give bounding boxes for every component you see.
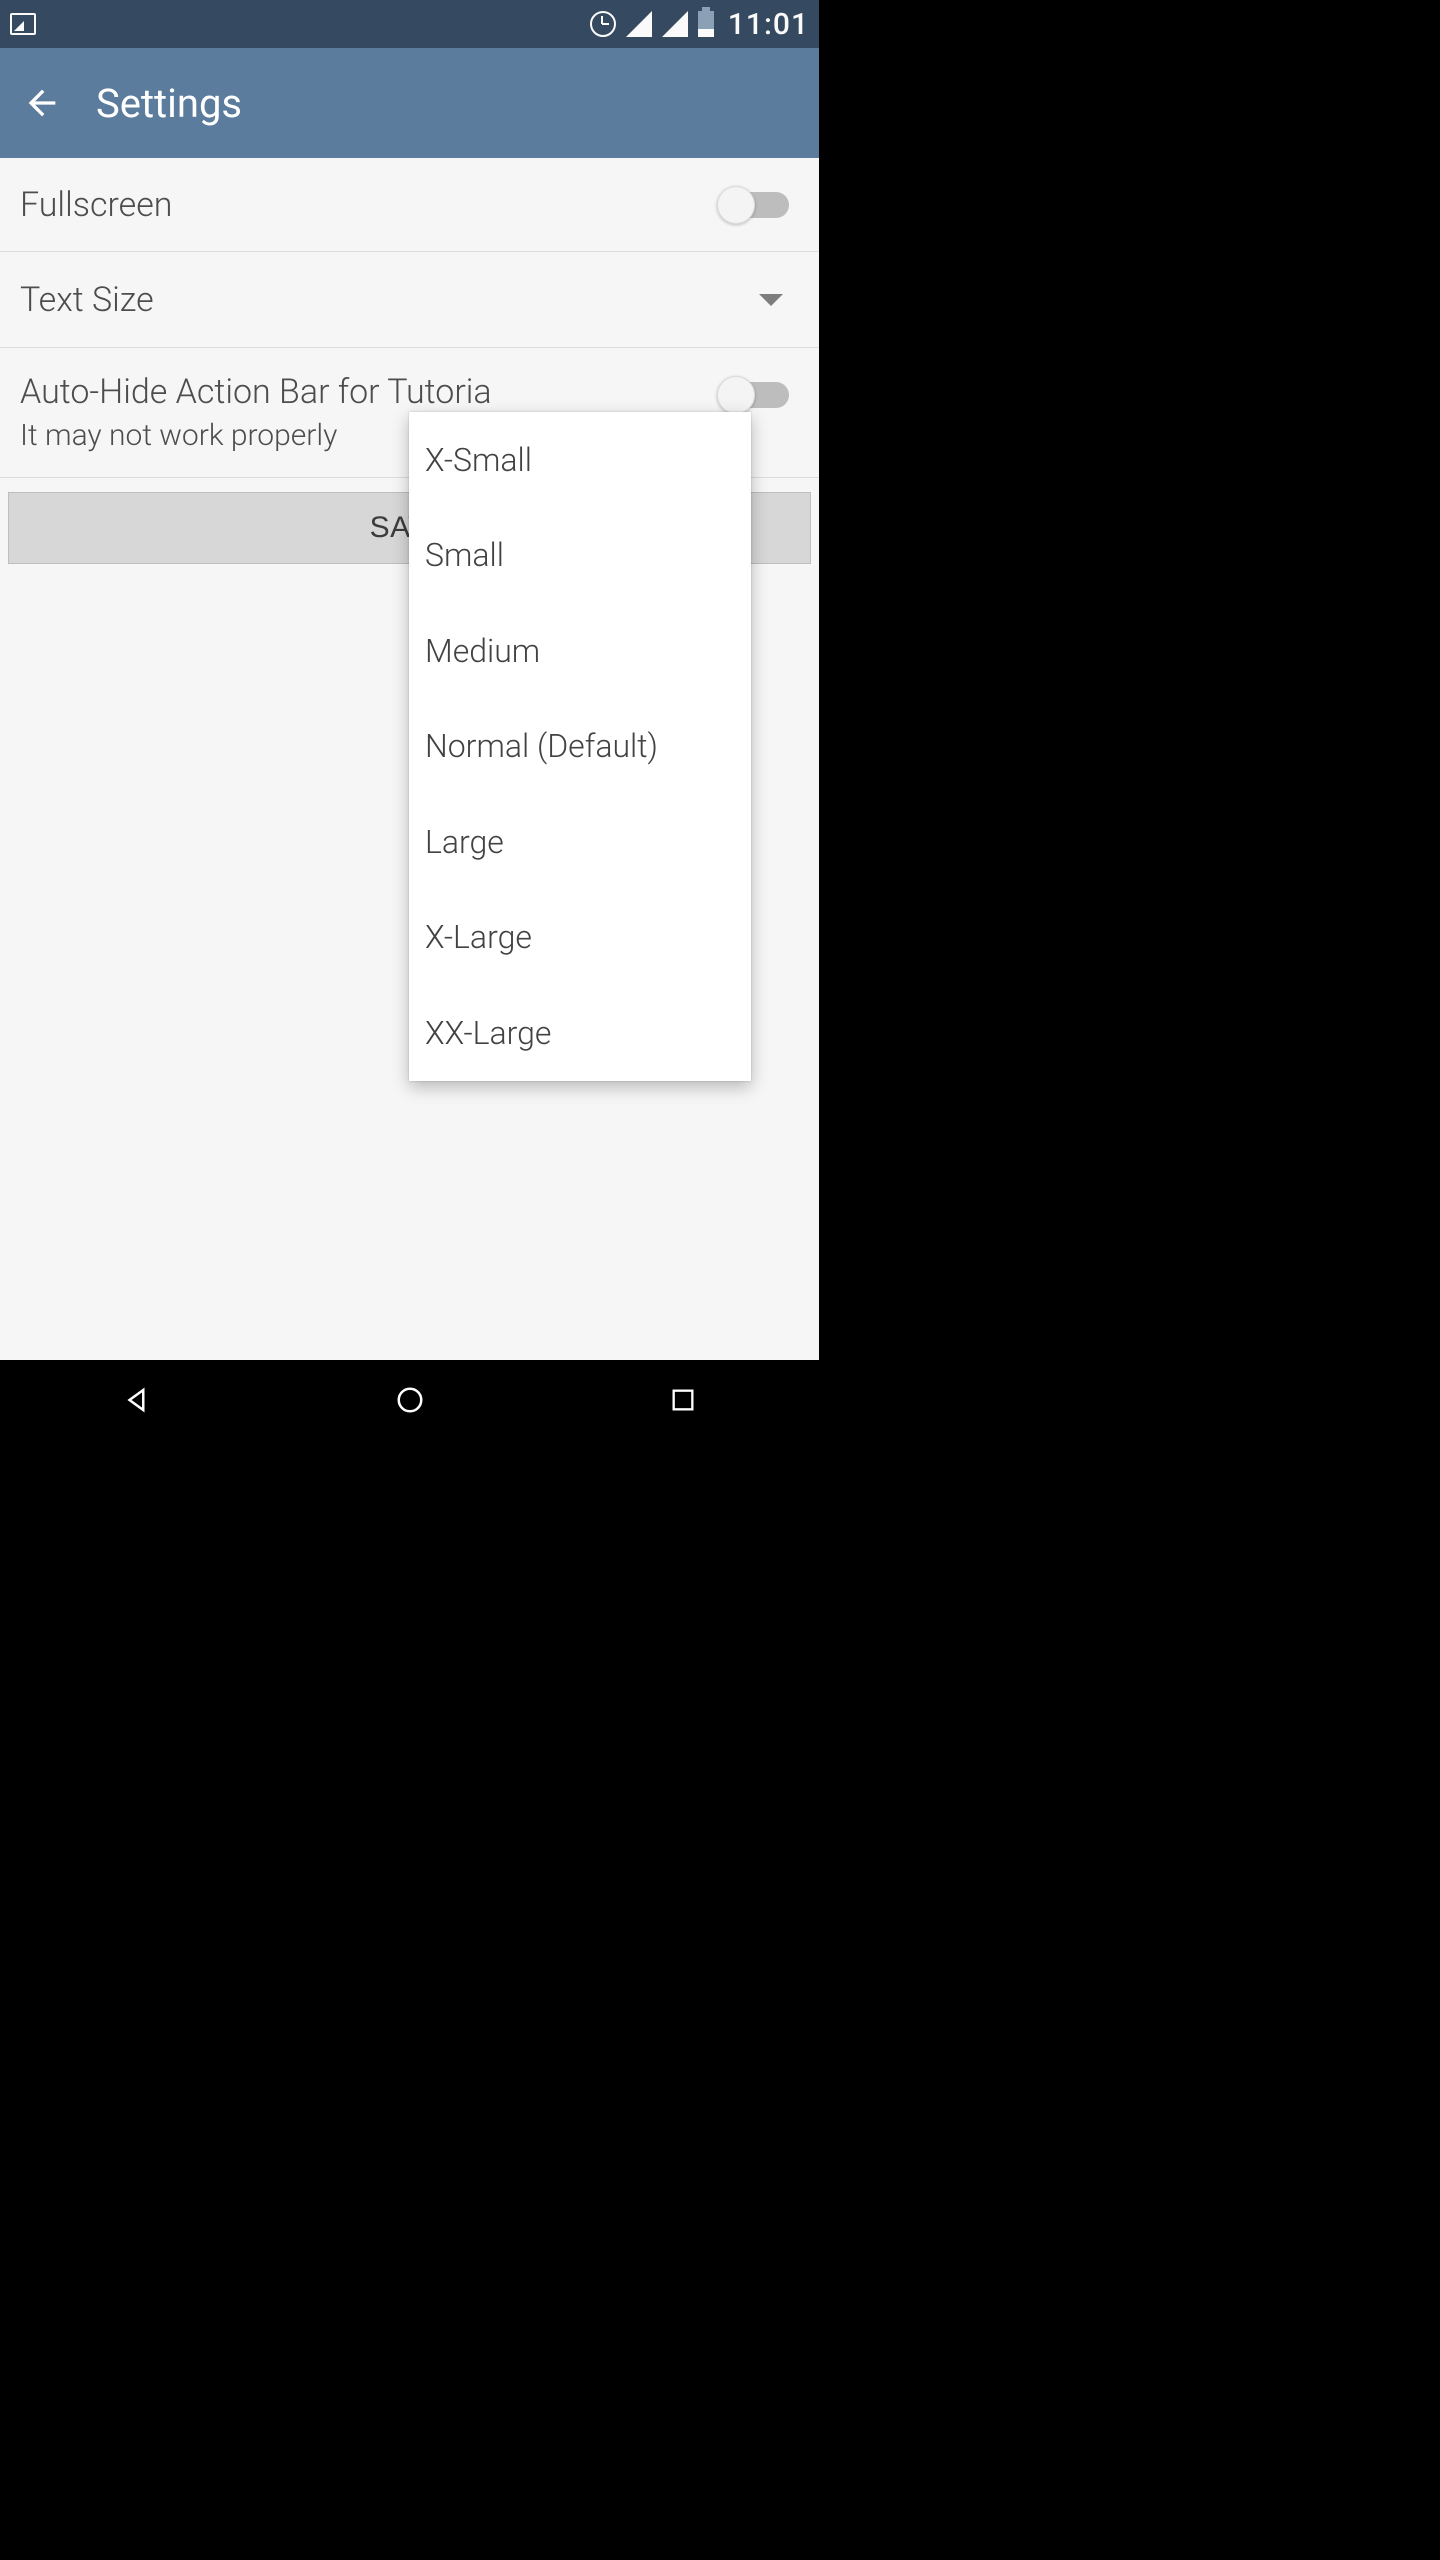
arrow-back-icon [22,83,62,123]
text-size-option-normal[interactable]: Normal (Default) [409,699,751,795]
status-time: 11:01 [728,7,809,42]
text-size-option-small[interactable]: Small [409,508,751,604]
text-size-row[interactable]: Text Size [0,252,819,348]
nav-back-button[interactable] [77,1376,197,1424]
battery-icon [698,11,714,37]
autohide-label: Auto-Hide Action Bar for Tutoria [20,372,719,412]
square-recent-icon [669,1386,697,1414]
app-bar: Settings [0,48,819,158]
nav-home-button[interactable] [350,1376,470,1424]
screenshot-icon [10,13,36,35]
system-nav-bar [0,1360,819,1440]
back-button[interactable] [12,73,72,133]
settings-content: Fullscreen Text Size Auto-Hide Action Ba… [0,158,819,1360]
alarm-icon [590,11,616,37]
signal-icon [662,11,688,37]
text-size-dropdown: X-Small Small Medium Normal (Default) La… [409,412,751,1081]
text-size-option-medium[interactable]: Medium [409,603,751,699]
signal-icon [626,11,652,37]
status-bar: 11:01 [0,0,819,48]
text-size-label: Text Size [20,280,154,320]
fullscreen-switch[interactable] [719,192,789,218]
chevron-down-icon [759,294,783,306]
autohide-switch[interactable] [719,382,789,408]
text-size-option-x-small[interactable]: X-Small [409,412,751,508]
page-title: Settings [96,80,242,127]
triangle-back-icon [122,1385,152,1415]
circle-home-icon [395,1385,425,1415]
fullscreen-row[interactable]: Fullscreen [0,158,819,252]
fullscreen-label: Fullscreen [20,185,172,225]
nav-recent-button[interactable] [623,1376,743,1424]
text-size-option-large[interactable]: Large [409,794,751,890]
text-size-option-x-large[interactable]: X-Large [409,890,751,986]
text-size-option-xx-large[interactable]: XX-Large [409,985,751,1081]
